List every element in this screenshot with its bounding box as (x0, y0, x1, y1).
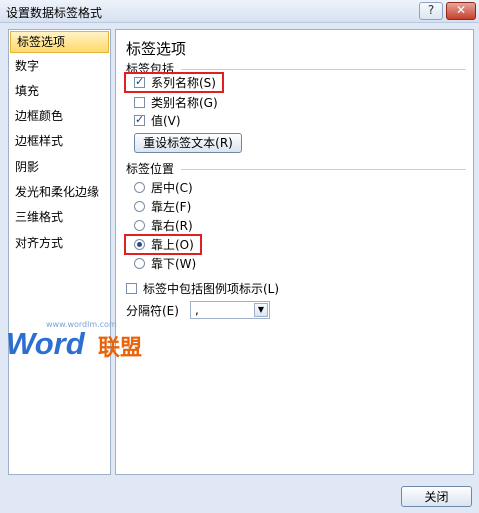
sidebar-item-label: 标签选项 (17, 35, 66, 49)
series-name-label: 系列名称(S) (151, 76, 216, 90)
position-right-radio[interactable]: 靠右(R) (134, 217, 204, 235)
sidebar-item-label: 边框颜色 (15, 109, 64, 123)
sidebar-item-border-color[interactable]: 边框颜色 (9, 105, 110, 127)
radio-dot (134, 239, 145, 250)
reset-label-text-button[interactable]: 重设标签文本(R) (134, 133, 242, 153)
watermark-word: Word (6, 326, 85, 361)
sidebar-item-border-style[interactable]: 边框样式 (9, 130, 110, 152)
category-name-checkbox[interactable]: 类别名称(G) (134, 94, 234, 112)
group-divider (181, 69, 466, 70)
separator-label: 分隔符(E) (126, 304, 179, 318)
sidebar-item-label: 三维格式 (15, 210, 64, 224)
sidebar-item-label: 边框样式 (15, 134, 64, 148)
sidebar-item-3d-format[interactable]: 三维格式 (9, 206, 110, 228)
legend-key-label: 标签中包括图例项标示(L) (143, 282, 280, 296)
window-title: 设置数据标签格式 (6, 6, 103, 20)
window-close-button[interactable]: ✕ (446, 2, 476, 20)
position-left-radio[interactable]: 靠左(F) (134, 198, 204, 216)
radio-dot (134, 258, 145, 269)
radio-dot (134, 182, 145, 193)
group-divider (181, 169, 466, 170)
close-icon: ✕ (455, 3, 467, 17)
value-checkbox[interactable]: 值(V) (134, 111, 204, 130)
sidebar-item-label: 填充 (15, 84, 40, 98)
position-below-radio[interactable]: 靠下(W) (134, 255, 204, 273)
series-name-checkbox[interactable]: 系列名称(S) (134, 73, 224, 92)
category-name-label: 类别名称(G) (151, 96, 218, 110)
separator-value: , (195, 303, 199, 317)
position-above-label: 靠上(O) (151, 238, 194, 252)
help-icon: ? (427, 3, 435, 17)
sidebar-item-label: 对齐方式 (15, 236, 64, 250)
sidebar-item-label: 数字 (15, 59, 40, 73)
sidebar-item-number[interactable]: 数字 (9, 55, 110, 77)
position-right-label: 靠右(R) (151, 219, 193, 233)
sidebar-item-fill[interactable]: 填充 (9, 80, 110, 102)
checkbox-box (134, 97, 145, 108)
position-left-label: 靠左(F) (151, 200, 192, 214)
position-center-radio[interactable]: 居中(C) (134, 179, 204, 197)
sidebar-item-label: 发光和柔化边缘 (15, 185, 100, 199)
panel-title: 标签选项 (126, 40, 187, 58)
help-button[interactable]: ? (419, 2, 443, 20)
position-center-label: 居中(C) (151, 181, 193, 195)
value-label: 值(V) (151, 114, 181, 128)
legend-key-checkbox[interactable]: 标签中包括图例项标示(L) (126, 280, 296, 298)
options-panel: 标签选项 标签包括 系列名称(S) 类别名称(G) 值(V) 重设标签文本(R)… (115, 29, 474, 475)
checkbox-box (126, 283, 137, 294)
title-bar: 设置数据标签格式 ? ✕ (0, 0, 479, 23)
position-below-label: 靠下(W) (151, 257, 197, 271)
radio-dot (134, 220, 145, 231)
checkbox-box (134, 111, 145, 129)
category-sidebar: 标签选项 数字 填充 边框颜色 边框样式 阴影 发光和柔化边缘 三维格式 对齐方… (8, 29, 111, 475)
watermark-cn: 联盟 (98, 336, 143, 361)
separator-dropdown[interactable]: , ▼ (190, 301, 270, 319)
chevron-down-icon[interactable]: ▼ (254, 303, 268, 317)
checkbox-box (134, 73, 145, 91)
sidebar-item-alignment[interactable]: 对齐方式 (9, 232, 110, 254)
radio-dot (134, 201, 145, 212)
sidebar-item-shadow[interactable]: 阴影 (9, 156, 110, 178)
sidebar-item-glow[interactable]: 发光和柔化边缘 (9, 181, 110, 203)
close-button[interactable]: 关闭 (401, 486, 472, 507)
sidebar-item-label: 阴影 (15, 160, 40, 174)
watermark-logo: Word 联盟 (6, 326, 206, 366)
label-position-heading: 标签位置 (126, 162, 175, 176)
sidebar-item-label-options[interactable]: 标签选项 (10, 31, 109, 53)
position-above-radio[interactable]: 靠上(O) (134, 236, 200, 254)
